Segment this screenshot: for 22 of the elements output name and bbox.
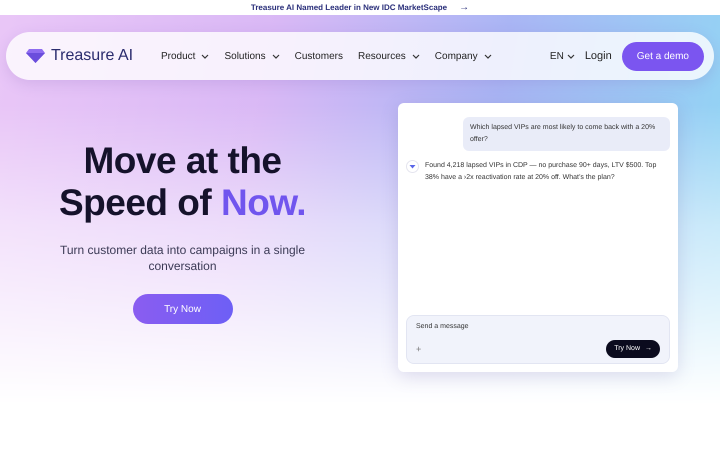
nav-menu-item[interactable]: Customers [294, 48, 343, 64]
chevron-down-icon [484, 54, 492, 58]
announcement-link[interactable]: Treasure AI Named Leader in New IDC MarketScape [250, 2, 448, 14]
nav-menu-item[interactable]: Company [434, 48, 492, 64]
gem-icon [406, 160, 419, 173]
try-now-button[interactable]: Try Now [132, 294, 232, 324]
hero-headline: Move at the Speed of Now. [58, 140, 308, 224]
nav-menu-item[interactable]: Product [161, 48, 210, 64]
login-link[interactable]: Login [584, 48, 612, 64]
chevron-down-icon [566, 54, 575, 58]
nav-menu-item[interactable]: Resources [358, 48, 420, 64]
chevron-down-icon [272, 54, 280, 58]
chevron-down-icon [412, 54, 420, 58]
brand-name: Treasure AI [51, 46, 134, 66]
chevron-down-icon [201, 54, 210, 58]
language-selector[interactable]: EN [550, 48, 575, 64]
gem-icon [26, 49, 45, 63]
nav-menu-item[interactable]: Solutions [224, 48, 280, 64]
demo-button[interactable]: Get a demo [622, 42, 704, 70]
attach-button[interactable]: + [416, 344, 422, 354]
hero-subtitle: Turn customer data into campaigns in a single conversation [58, 242, 306, 274]
arrow-icon: → [459, 2, 470, 12]
